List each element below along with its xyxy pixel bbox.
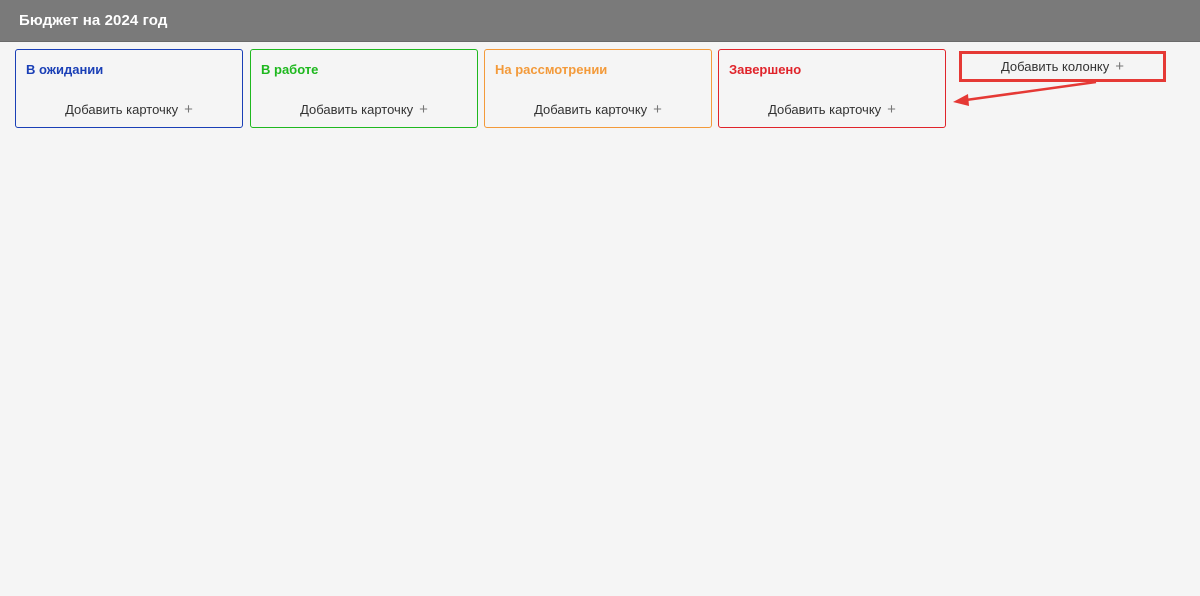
column-title: Завершено (729, 62, 802, 77)
column-review: На рассмотрении Добавить карточку + (484, 49, 712, 128)
kanban-board: В ожидании Добавить карточку + В работе Д… (0, 42, 1200, 596)
column-done: Завершено Добавить карточку + (718, 49, 946, 128)
plus-icon: + (419, 101, 428, 118)
add-column-button[interactable]: Добавить колонку + (959, 51, 1166, 82)
add-card-label: Добавить карточку (300, 102, 414, 117)
column-in-progress: В работе Добавить карточку + (250, 49, 478, 128)
arrow-line (965, 80, 1097, 102)
add-card-button[interactable]: Добавить карточку + (16, 102, 242, 117)
plus-icon: + (887, 101, 896, 118)
top-bar: Бюджет на 2024 год (0, 0, 1200, 42)
plus-icon: + (184, 101, 193, 118)
column-title: В ожидании (26, 62, 104, 77)
add-card-label: Добавить карточку (65, 102, 179, 117)
board-title: Бюджет на 2024 год (19, 12, 168, 29)
add-card-button[interactable]: Добавить карточку + (251, 102, 477, 117)
add-column-label: Добавить колонку (1000, 59, 1110, 74)
column-waiting: В ожидании Добавить карточку + (15, 49, 243, 128)
add-card-label: Добавить карточку (768, 102, 882, 117)
column-title: На рассмотрении (495, 62, 608, 77)
arrow-head (953, 94, 969, 106)
add-card-label: Добавить карточку (534, 102, 648, 117)
column-title: В работе (261, 62, 319, 77)
plus-icon: + (1115, 58, 1125, 75)
plus-icon: + (653, 101, 662, 118)
add-card-button[interactable]: Добавить карточку + (719, 102, 945, 117)
add-card-button[interactable]: Добавить карточку + (485, 102, 711, 117)
